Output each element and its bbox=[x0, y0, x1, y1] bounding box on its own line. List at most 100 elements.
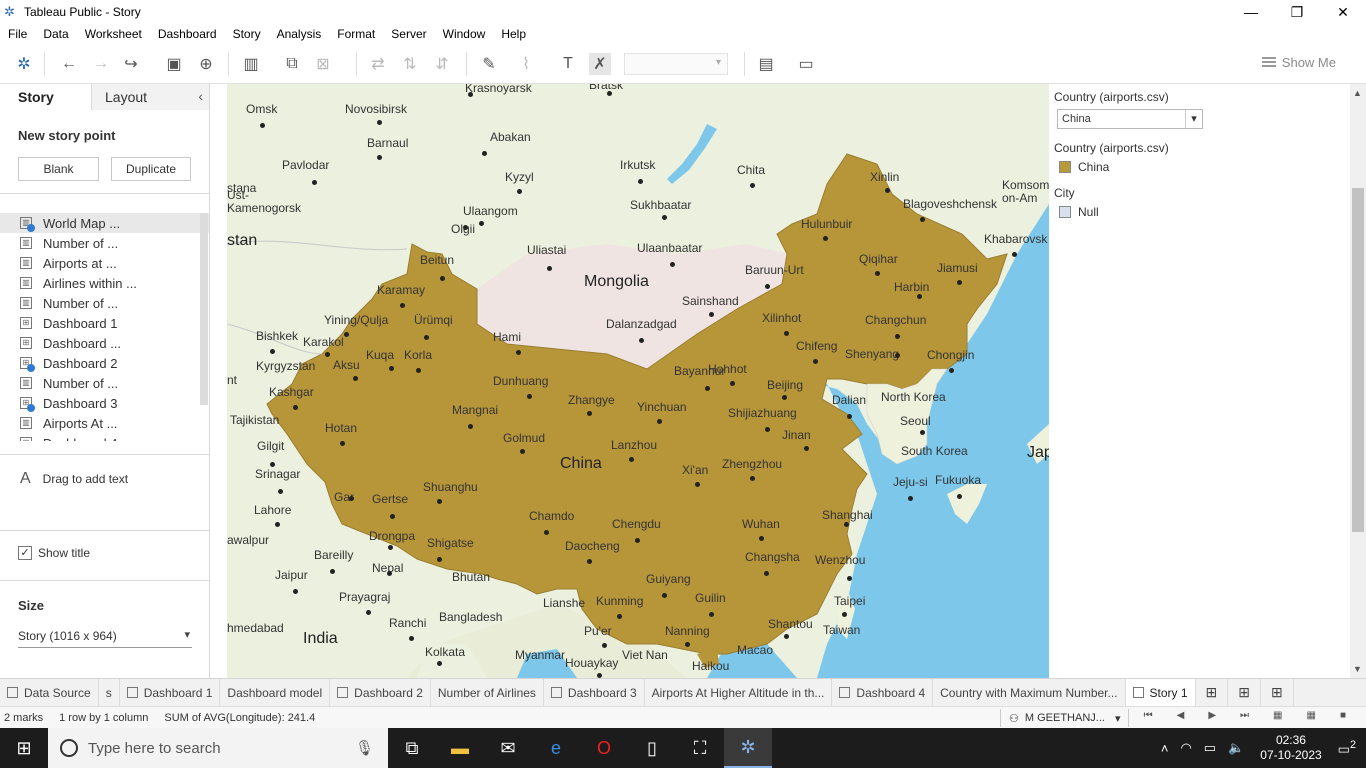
tabs-view-icon[interactable]: ■ bbox=[1340, 710, 1346, 721]
replay-icon[interactable]: ↪ bbox=[120, 53, 142, 75]
story-sheet-item[interactable]: ⊞ Dashboard 2 bbox=[0, 353, 209, 373]
menu-help[interactable]: Help bbox=[501, 27, 526, 41]
story-sheet-item[interactable]: ⊞ Dashboard 3 bbox=[0, 393, 209, 413]
undo-icon[interactable]: ← bbox=[58, 53, 80, 75]
country-filter-dropdown[interactable]: China bbox=[1057, 109, 1203, 129]
save-icon[interactable]: ▣ bbox=[163, 53, 185, 75]
notepad-icon[interactable]: ▯ bbox=[628, 728, 676, 768]
sheet-tab[interactable]: Dashboard 2 bbox=[330, 678, 431, 707]
city-dot bbox=[657, 419, 662, 424]
close-button[interactable]: ✕ bbox=[1320, 0, 1366, 24]
restore-button[interactable]: ❐ bbox=[1274, 0, 1320, 24]
clock[interactable]: 02:36 07-10-2023 bbox=[1260, 733, 1321, 763]
sheet-tab[interactable]: Data Source bbox=[0, 678, 99, 707]
menu-server[interactable]: Server bbox=[391, 27, 426, 41]
prev-sheet-icon[interactable]: ◀ bbox=[1177, 710, 1185, 721]
minimize-button[interactable]: — bbox=[1228, 0, 1274, 24]
wifi-icon[interactable]: ◠ bbox=[1180, 740, 1191, 756]
menu-window[interactable]: Window bbox=[443, 27, 486, 41]
sheet-tab[interactable]: Number of Airlines bbox=[431, 678, 544, 707]
new-worksheet-tab-icon[interactable]: ⊞ bbox=[1196, 678, 1229, 707]
sorter-view-icon[interactable]: ▦ bbox=[1307, 710, 1316, 721]
story-sheet-item[interactable]: ▥ Airports At ... bbox=[0, 413, 209, 433]
sheet-list-scrollbar[interactable] bbox=[200, 213, 208, 405]
story-sheet-item[interactable]: ⊞ Dashboard 1 bbox=[0, 313, 209, 333]
notification-icon[interactable]: ▭2 bbox=[1338, 739, 1356, 757]
tab-layout[interactable]: Layout bbox=[92, 84, 209, 110]
new-dashboard-tab-icon[interactable]: ⊞ bbox=[1228, 678, 1261, 707]
menu-analysis[interactable]: Analysis bbox=[277, 27, 322, 41]
story-sheet-item[interactable]: ▥ Number of ... bbox=[0, 293, 209, 313]
filmstrip-view-icon[interactable]: ▦ bbox=[1273, 710, 1282, 721]
show-title-checkbox[interactable]: ✓ Show title bbox=[18, 546, 90, 560]
show-cards-icon[interactable]: ▤ bbox=[755, 53, 777, 75]
legend-item-china[interactable]: China bbox=[1059, 160, 1226, 174]
edge-icon[interactable]: e bbox=[532, 728, 580, 768]
story-sheet-item[interactable]: ▥ Number of ... bbox=[0, 233, 209, 253]
sheet-tab[interactable]: Story 1 bbox=[1125, 678, 1196, 707]
sheet-tab[interactable]: Dashboard model bbox=[220, 678, 331, 707]
store-icon[interactable]: ⛶ bbox=[676, 728, 724, 768]
new-worksheet-icon[interactable]: ▥ bbox=[240, 53, 262, 75]
map-view[interactable]: Krasnoyarsk Bratsk Omsk Novosibirsk Abakan Ba… bbox=[227, 84, 1049, 678]
presentation-mode-icon[interactable]: ▭ bbox=[795, 53, 817, 75]
story-sheet-item[interactable]: ⊞ Dashboard 4 bbox=[0, 433, 209, 441]
drag-to-add-text[interactable]: A Drag to add text bbox=[20, 470, 128, 488]
tab-story[interactable]: Story bbox=[0, 84, 92, 110]
duplicate-sheet-icon[interactable]: ⧉ bbox=[281, 53, 303, 75]
last-sheet-icon[interactable]: ⏭ bbox=[1240, 710, 1249, 721]
microphone-icon[interactable]: 🎙 bbox=[355, 739, 374, 757]
sheet-tab[interactable]: Country with Maximum Number... bbox=[933, 678, 1126, 707]
duplicate-button[interactable]: Duplicate bbox=[111, 157, 191, 181]
battery-icon[interactable]: ▭ bbox=[1204, 740, 1216, 756]
story-sheet-item[interactable]: ▥ Number of ... bbox=[0, 373, 209, 393]
user-menu[interactable]: ⚇ M GEETHANJ... ▾ bbox=[1000, 709, 1130, 727]
vertical-scrollbar[interactable]: ▲ ▼ bbox=[1350, 84, 1366, 678]
menu-worksheet[interactable]: Worksheet bbox=[85, 27, 142, 41]
windows-start-icon[interactable]: ⊞ bbox=[0, 728, 48, 768]
menu-dashboard[interactable]: Dashboard bbox=[158, 27, 217, 41]
story-sheet-item[interactable]: ▥ World Map ... bbox=[0, 213, 209, 233]
sheet-tab[interactable]: Dashboard 3 bbox=[544, 678, 645, 707]
volume-icon[interactable]: 🔈 bbox=[1228, 740, 1244, 756]
fit-dropdown[interactable] bbox=[624, 53, 728, 75]
mail-icon[interactable]: ✉ bbox=[484, 728, 532, 768]
city-dot bbox=[468, 92, 473, 97]
blank-button[interactable]: Blank bbox=[18, 157, 99, 181]
sheet-tab[interactable]: Dashboard 1 bbox=[120, 678, 221, 707]
menu-file[interactable]: File bbox=[8, 27, 27, 41]
scrollbar-thumb[interactable] bbox=[1352, 188, 1364, 532]
task-view-icon[interactable]: ⧉ bbox=[388, 728, 436, 768]
chevron-up-icon[interactable]: ˄ bbox=[1161, 741, 1169, 756]
story-sheet-item[interactable]: ▥ Airports at ... bbox=[0, 253, 209, 273]
highlight-icon[interactable]: ✎ bbox=[478, 53, 500, 75]
tableau-logo-icon[interactable]: ✲ bbox=[13, 53, 35, 75]
file-explorer-icon[interactable]: ▬ bbox=[436, 728, 484, 768]
new-data-source-icon[interactable]: ⊕ bbox=[195, 53, 217, 75]
city-dot bbox=[388, 545, 393, 550]
show-me-button[interactable]: Show Me bbox=[1261, 55, 1336, 70]
next-sheet-icon[interactable]: ▶ bbox=[1208, 710, 1216, 721]
scroll-up-icon[interactable]: ▲ bbox=[1353, 88, 1362, 98]
collapse-panel-icon[interactable]: ‹ bbox=[198, 88, 203, 104]
tableau-taskbar-icon[interactable]: ✲ bbox=[724, 728, 772, 768]
menu-format[interactable]: Format bbox=[337, 27, 375, 41]
story-sheet-item[interactable]: ⊞ Dashboard ... bbox=[0, 333, 209, 353]
text-label-icon[interactable]: T bbox=[557, 53, 579, 75]
scroll-down-icon[interactable]: ▼ bbox=[1353, 664, 1362, 674]
sheet-tab[interactable]: Dashboard 4 bbox=[832, 678, 934, 707]
sheet-tab[interactable]: Airports At Higher Altitude in th... bbox=[645, 678, 833, 707]
city-dot bbox=[750, 476, 755, 481]
story-sheet-item[interactable]: ▥ Airlines within ... bbox=[0, 273, 209, 293]
sheet-tab[interactable]: s bbox=[99, 678, 120, 707]
menu-story[interactable]: Story bbox=[233, 27, 261, 41]
legend-item-null[interactable]: Null bbox=[1059, 205, 1226, 219]
menu-data[interactable]: Data bbox=[43, 27, 68, 41]
tableau-icon: ✲ bbox=[4, 4, 15, 19]
first-sheet-icon[interactable]: ⏮ bbox=[1144, 710, 1153, 721]
opera-icon[interactable]: O bbox=[580, 728, 628, 768]
size-select[interactable]: Story (1016 x 964) bbox=[18, 624, 192, 648]
fix-axes-icon[interactable]: ✗ bbox=[589, 53, 611, 75]
taskbar-search[interactable]: Type here to search 🎙 bbox=[48, 728, 388, 768]
new-story-tab-icon[interactable]: ⊞ bbox=[1261, 678, 1294, 707]
